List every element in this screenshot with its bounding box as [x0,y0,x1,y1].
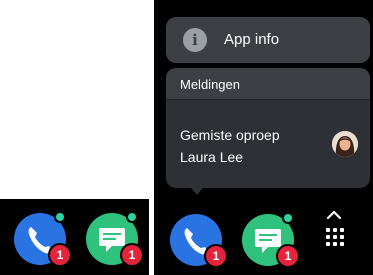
messages-badge: 1 [120,243,144,267]
messages-app-icon[interactable]: 1 [86,211,144,267]
messages-app-icon[interactable]: 1 [242,212,300,268]
phone-badge: 1 [204,244,228,268]
notification-dot [282,212,294,224]
phone-app-icon[interactable]: 1 [170,214,228,268]
notification-header: Meldingen [166,68,370,100]
phone-app-icon[interactable]: 1 [14,211,72,267]
notification-dot [54,211,66,223]
app-info-label: App info [224,31,280,48]
messages-badge: 1 [276,244,300,268]
avatar [332,131,358,157]
chevron-up-icon[interactable] [326,209,342,221]
notification-title: Gemiste oproep [180,127,280,143]
notification-card[interactable]: Meldingen Gemiste oproep Laura Lee [166,68,370,188]
dock-before: 1 1 [0,199,149,275]
phone-badge: 1 [48,243,72,267]
app-drawer-icon[interactable] [324,226,344,250]
notification-dot [126,211,138,223]
info-icon: i [183,28,207,52]
notification-name: Laura Lee [180,149,244,165]
app-info-item[interactable]: i App info [166,17,370,63]
popup-pointer [190,187,204,195]
notification-header-label: Meldingen [180,77,240,92]
